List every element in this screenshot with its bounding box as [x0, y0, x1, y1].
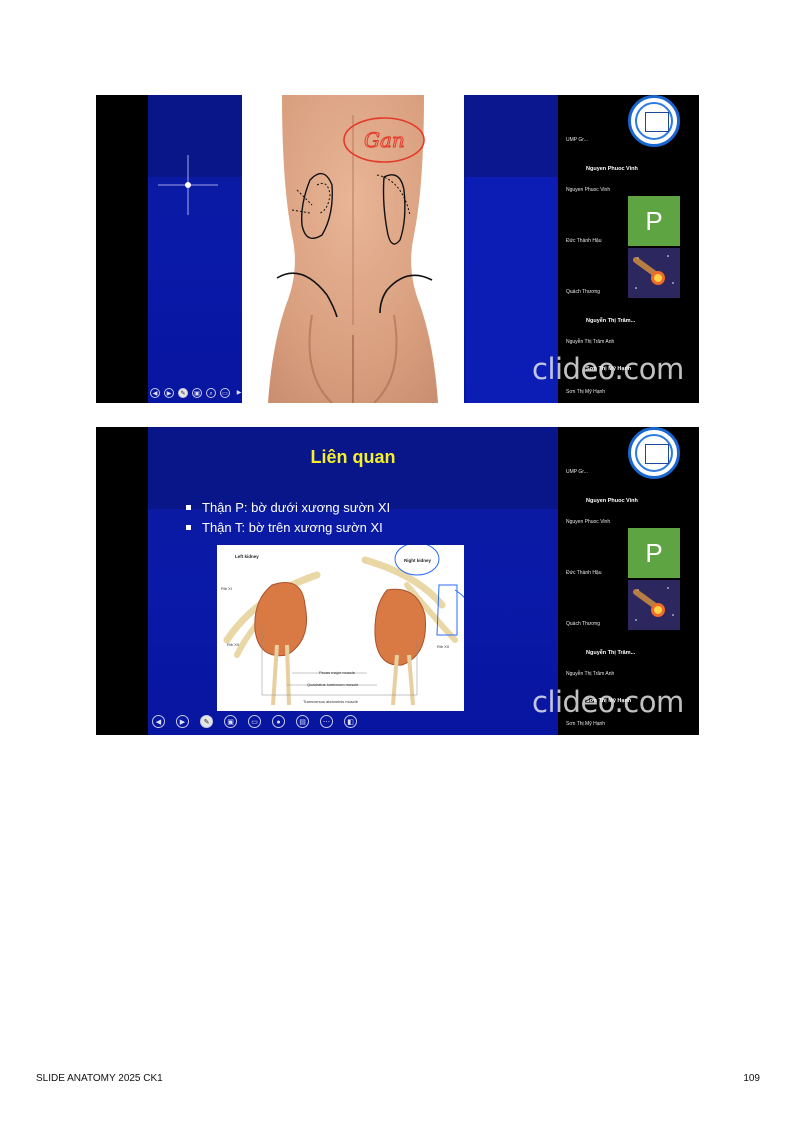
screenshot-back-anatomy: Gan UMP Gr... Nguyen Phuoc Vinh Nguyen P…	[96, 95, 699, 403]
watermark: clideo.com	[532, 352, 684, 386]
participant-name-bold: Nguyen Phuoc Vinh	[586, 166, 638, 172]
participant-row: UMP Gr...	[566, 469, 588, 475]
back-photo: Gan	[242, 95, 464, 403]
previous-icon[interactable]: ◀	[150, 388, 160, 398]
participant-name-bold: Nguyễn Thị Trâm...	[586, 318, 636, 324]
participant-row: Đức Thành Hậu	[566, 238, 602, 244]
slide-title: Liên quan	[310, 447, 396, 467]
participant-row: Nguyễn Thị Trâm Anh	[566, 671, 615, 677]
screen-icon[interactable]: ▭	[220, 388, 230, 398]
screenshot-lien-quan: Liên quan Thận P: bờ dưới xương sườn XI …	[96, 427, 699, 735]
participant-row: Nguyen Phuoc Vinh	[566, 187, 611, 193]
liver-annotation: Gan	[364, 128, 405, 152]
diagram-label: Rib XI	[221, 586, 232, 591]
camera-icon[interactable]: ●	[272, 715, 285, 728]
participant-row: Nguyễn Thị Trâm Anh	[566, 339, 615, 345]
participant-row: Sơn Thị Mỹ Hạnh	[566, 721, 606, 727]
slide-band	[148, 427, 558, 509]
diagram-label: Rib XII	[437, 644, 450, 649]
bullet-list: Thận P: bờ dưới xương sườn XI Thận T: bờ…	[186, 499, 390, 539]
back-drawing: Gan	[242, 95, 464, 403]
slides-icon[interactable]: ▣	[224, 715, 237, 728]
participant-row: Quách Thương	[566, 621, 601, 627]
diagram-label: Left kidney	[235, 554, 259, 559]
participant-row: UMP Gr...	[566, 137, 588, 143]
next-icon[interactable]: ▶	[176, 715, 189, 728]
page-number: 109	[743, 1073, 760, 1084]
display-settings-icon[interactable]: ◧	[344, 715, 357, 728]
diagram-label: Rib XII	[227, 642, 240, 647]
slideshow-toolbar: ◀ ▶ ✎ ▣ ⌕ ▭ ▶	[148, 385, 558, 403]
next-icon[interactable]: ▶	[164, 388, 174, 398]
kidney-diagram: Left kidney Right kidney Rib XI Rib XII …	[217, 545, 464, 711]
slideshow-toolbar: ◀ ▶ ✎ ▣ ▭ ● ▤ ⋯ ◧	[148, 713, 558, 735]
participant-name-bold: Nguyễn Thị Trâm...	[586, 650, 636, 656]
participant-row: Sơn Thị Mỹ Hạnh	[566, 389, 606, 395]
footer-title: SLIDE ANATOMY 2025 CK1	[36, 1073, 163, 1084]
pen-icon[interactable]: ✎	[178, 388, 188, 398]
diagram-label: Psoas major muscle	[319, 670, 356, 675]
participant-row: Đức Thành Hậu	[566, 570, 602, 576]
bullet-item: Thận T: bờ trên xương sườn XI	[186, 519, 390, 539]
participant-name-bold: Nguyen Phuoc Vinh	[586, 498, 638, 504]
pen-icon[interactable]: ✎	[200, 715, 213, 728]
diagram-label: Transversus abdominis muscle	[303, 699, 358, 704]
participant-row: Quách Thương	[566, 289, 601, 295]
participant-row: Nguyen Phuoc Vinh	[566, 519, 611, 525]
more-icon[interactable]: ⋯	[320, 715, 333, 728]
diagram-label: Right kidney	[404, 558, 432, 563]
previous-icon[interactable]: ◀	[152, 715, 165, 728]
camera-icon[interactable]: ▶	[234, 388, 244, 398]
bullet-item: Thận P: bờ dưới xương sườn XI	[186, 499, 390, 519]
screen-icon[interactable]: ▭	[248, 715, 261, 728]
slides-icon[interactable]: ▣	[192, 388, 202, 398]
diagram-label: Quadratus lumborum muscle	[307, 682, 359, 687]
subtitles-icon[interactable]: ▤	[296, 715, 309, 728]
zoom-icon[interactable]: ⌕	[206, 388, 216, 398]
sparkle-decoration	[158, 155, 218, 215]
